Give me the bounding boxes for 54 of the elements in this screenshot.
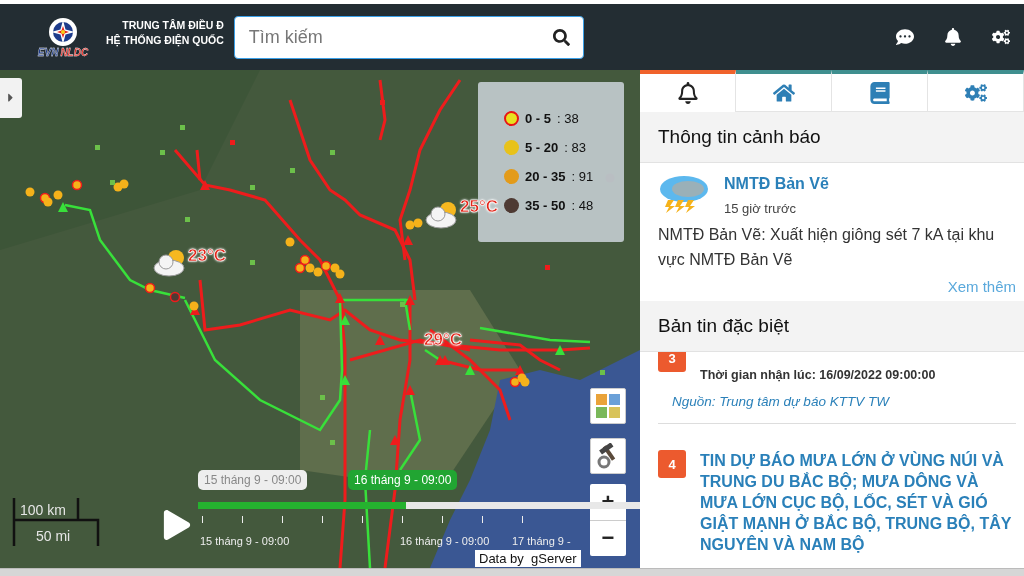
- book-tab[interactable]: [832, 70, 928, 112]
- timeline-tick-label: 15 tháng 9 - 09:00: [200, 535, 290, 547]
- play-button[interactable]: [162, 510, 192, 540]
- layers-grid-icon: [595, 393, 621, 419]
- news-number: 3: [658, 352, 686, 372]
- timeline-track[interactable]: [198, 502, 640, 509]
- attribution-text: Data by gServer: [475, 550, 581, 567]
- layers-button[interactable]: [590, 388, 626, 424]
- legend-count: : 83: [564, 140, 586, 155]
- alert-time: 15 giờ trước: [724, 201, 797, 216]
- legend-range: 35 - 50: [525, 198, 566, 213]
- section-title: Thông tin cảnh báo: [640, 112, 1024, 163]
- timeline-tick-label: 16 tháng 9 - 09:00: [400, 535, 490, 547]
- home-tab[interactable]: [736, 70, 832, 112]
- legend-count: : 91: [571, 169, 594, 184]
- tools-button[interactable]: [590, 438, 626, 474]
- bell-tab[interactable]: [640, 70, 736, 112]
- settings-tab[interactable]: [928, 70, 1024, 112]
- organization-name: HỆ THỐNG ĐIỆN QUỐC: [106, 33, 224, 48]
- legend-count: : 38: [557, 111, 579, 126]
- logo-star-icon: [48, 16, 78, 47]
- news-title-link[interactable]: TIN DỰ BÁO MƯA LỚN Ở VÙNG NÚI VÀ TRUNG DU BẮC BỘ; MƯA DÔNG VÀ MƯA LỚN CỤC BỘ, LỐC, SÉT VÀ GIÓ GIẬT MẠNH Ở BẮC BỘ, TRUNG BỘ, TÂY NGUYÊN VÀ NAM BỘ: [700, 450, 1016, 555]
- alert-title-link[interactable]: NMTĐ Bản Vẽ: [724, 175, 829, 193]
- legend-range: 20 - 35: [525, 169, 566, 184]
- collapse-button[interactable]: [0, 78, 22, 118]
- start-time-label: 15 tháng 9 - 09:00: [198, 470, 308, 490]
- scale-label: 100 km: [20, 502, 66, 518]
- bell-icon[interactable]: [944, 28, 962, 46]
- news-number: 4: [658, 450, 686, 478]
- timeline-tick-label: 17 tháng 9 -: [512, 535, 571, 547]
- news-source-link[interactable]: Nguồn: Trung tâm dự báo KTTV TW: [672, 394, 936, 409]
- thunderstorm-icon: [658, 173, 710, 213]
- logo-text: EVN: [37, 46, 59, 58]
- settings-icon[interactable]: [992, 28, 1010, 46]
- scale-label: 50 mi: [36, 528, 71, 544]
- see-more-link[interactable]: Xem thêm: [947, 278, 1016, 295]
- zoom-out-button[interactable]: −: [590, 519, 626, 556]
- received-time: Thời gian nhận lúc: 16/09/2022 09:00:00: [700, 368, 936, 382]
- legend-range: 5 - 20: [525, 140, 559, 155]
- settings-icon: [964, 81, 987, 104]
- organization-name: TRUNG TÂM ĐIỀU Đ: [122, 18, 224, 33]
- alert-message: NMTĐ Bản Vẽ: Xuất hiện giông sét 7 kA tại khu vực NMTĐ Bản Vẽ: [658, 225, 996, 270]
- current-time-label: 16 tháng 9 - 09:00: [348, 470, 458, 490]
- chat-icon[interactable]: [896, 28, 914, 46]
- bell-icon: [676, 82, 699, 104]
- temperature-label: 23°C: [188, 246, 226, 266]
- home-icon: [772, 81, 795, 104]
- legend-count: : 48: [571, 198, 594, 213]
- search-icon[interactable]: [552, 28, 570, 46]
- logo-text: NLDC: [60, 46, 89, 58]
- section-title: Bản tin đặc biệt: [640, 301, 1024, 352]
- book-icon: [868, 81, 891, 104]
- legend-range: 0 - 5: [525, 111, 551, 126]
- search-field[interactable]: Tìm kiếm: [233, 15, 584, 59]
